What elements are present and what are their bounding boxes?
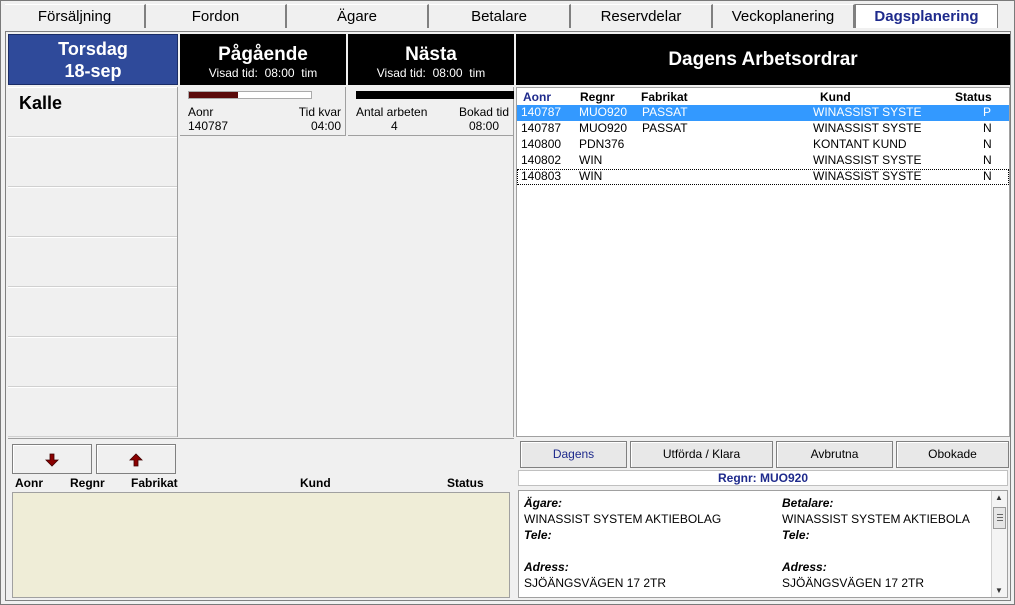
mechanic-slot[interactable] (8, 387, 177, 437)
antal-label: Antal arbeten (356, 105, 428, 119)
col-status[interactable]: Status (447, 476, 484, 490)
pagaende-progress-fill (189, 92, 238, 98)
table-row[interactable]: 140803 WIN WINASSIST SYSTE N (517, 169, 1009, 185)
dagens-button[interactable]: Dagens (520, 441, 627, 468)
scroll-thumb[interactable] (993, 507, 1006, 529)
workorders-list[interactable]: Aonr Regnr Fabrikat Kund Status 140787 M… (516, 87, 1010, 437)
tab-agare[interactable]: Ägare (287, 4, 429, 28)
pagaende-progress-bar (188, 91, 312, 99)
arrow-down-icon (45, 453, 59, 467)
lower-list[interactable] (12, 492, 510, 598)
workorders-rows: 140787 MUO920 PASSAT WINASSIST SYSTE P 1… (517, 105, 1009, 185)
col-regnr[interactable]: Regnr (70, 476, 105, 490)
mechanic-name[interactable]: Kalle (8, 87, 177, 137)
aonr-value: 140787 (188, 119, 229, 133)
lower-list-panel: Aonr Regnr Fabrikat Kund Status (8, 438, 514, 599)
obokade-button[interactable]: Obokade (896, 441, 1009, 468)
workorders-list-header: Aonr Regnr Fabrikat Kund Status (517, 90, 1009, 104)
col-status[interactable]: Status (955, 90, 992, 104)
col-kund[interactable]: Kund (820, 90, 851, 104)
workorders-title: Dagens Arbetsordrar (668, 49, 858, 70)
regnr-bar: Regnr: MUO920 (518, 470, 1008, 486)
owner-address: SJÖÄNGSVÄGEN 17 2TR (524, 576, 667, 590)
table-row[interactable]: 140802 WIN WINASSIST SYSTE N (517, 153, 1009, 169)
col-aonr[interactable]: Aonr (523, 90, 551, 104)
payer-name: WINASSIST SYSTEM AKTIEBOLA (782, 512, 970, 526)
utforda-button[interactable]: Utförda / Klara (630, 441, 773, 468)
payer-address: SJÖÄNGSVÄGEN 17 2TR (782, 576, 925, 590)
col-aonr[interactable]: Aonr (15, 476, 43, 490)
col-kund[interactable]: Kund (300, 476, 331, 490)
owner-name: WINASSIST SYSTEM AKTIEBOLAG (524, 512, 722, 526)
tab-fordon[interactable]: Fordon (146, 4, 287, 28)
col-fabrikat[interactable]: Fabrikat (131, 476, 178, 490)
bokad-value: 08:00 (468, 119, 499, 133)
details-panel[interactable]: Ägare: WINASSIST SYSTEM AKTIEBOLAG Tele:… (518, 490, 1008, 598)
tab-forsaljning[interactable]: Försäljning (5, 4, 146, 28)
tidkvar-label: Tid kvar (298, 105, 341, 119)
workorders-header: Dagens Arbetsordrar (516, 34, 1010, 85)
move-down-button[interactable] (12, 444, 92, 474)
table-row[interactable]: 140787 MUO920 PASSAT WINASSIST SYSTE N (517, 121, 1009, 137)
day-header: Torsdag 18-sep (8, 34, 178, 85)
date: 18-sep (64, 61, 122, 81)
pagaende-header: Pågående Visad tid: 08:00 tim (180, 34, 346, 85)
nasta-title: Nästa (405, 44, 457, 65)
bokad-label: Bokad tid (458, 105, 509, 119)
pagaende-visad-tid: Visad tid: 08:00 tim (208, 66, 318, 80)
nasta-progress-bar (356, 91, 514, 99)
main-panel: Torsdag 18-sep Pågående Visad tid: 08:00… (5, 31, 1011, 601)
pagaende-title: Pågående (218, 44, 308, 65)
mechanic-slot[interactable] (8, 337, 177, 387)
scroll-up-icon[interactable]: ▲ (995, 493, 1003, 502)
mechanic-column: Kalle (8, 87, 178, 437)
tab-bar: Försäljning Fordon Ägare Betalare Reserv… (5, 4, 1008, 28)
details-scrollbar[interactable]: ▲ ▼ (991, 491, 1007, 597)
app-window: Försäljning Fordon Ägare Betalare Reserv… (0, 0, 1015, 605)
nasta-header: Nästa Visad tid: 08:00 tim (348, 34, 514, 85)
tab-reservdelar[interactable]: Reservdelar (571, 4, 713, 28)
table-row[interactable]: 140787 MUO920 PASSAT WINASSIST SYSTE P (517, 105, 1009, 121)
mechanic-slot[interactable] (8, 287, 177, 337)
tidkvar-value: 04:00 (310, 119, 341, 133)
scroll-down-icon[interactable]: ▼ (995, 586, 1003, 595)
move-up-button[interactable] (96, 444, 176, 474)
schedule-area[interactable] (180, 136, 514, 437)
col-regnr[interactable]: Regnr (580, 90, 615, 104)
arrow-up-icon (129, 453, 143, 467)
owner-details: Ägare: WINASSIST SYSTEM AKTIEBOLAG Tele:… (524, 496, 722, 590)
pagaende-info[interactable]: Aonr 140787 Tid kvar 04:00 (180, 87, 346, 136)
avbrutna-button[interactable]: Avbrutna (776, 441, 893, 468)
mechanic-slot[interactable] (8, 137, 177, 187)
aonr-label: Aonr (188, 105, 214, 119)
weekday: Torsdag (58, 39, 128, 59)
payer-details: Betalare: WINASSIST SYSTEM AKTIEBOLA Tel… (782, 496, 970, 590)
antal-value: 4 (391, 119, 398, 133)
tab-dagsplanering[interactable]: Dagsplanering (855, 4, 998, 28)
nasta-info[interactable]: Antal arbeten 4 Bokad tid 08:00 (348, 87, 514, 136)
mechanic-slot[interactable] (8, 237, 177, 287)
lower-list-header: Aonr Regnr Fabrikat Kund Status (8, 476, 514, 492)
nasta-visad-tid: Visad tid: 08:00 tim (376, 66, 486, 80)
tab-veckoplanering[interactable]: Veckoplanering (713, 4, 855, 28)
col-fabrikat[interactable]: Fabrikat (641, 90, 688, 104)
tab-betalare[interactable]: Betalare (429, 4, 571, 28)
mechanic-slot[interactable] (8, 187, 177, 237)
table-row[interactable]: 140800 PDN376 KONTANT KUND N (517, 137, 1009, 153)
